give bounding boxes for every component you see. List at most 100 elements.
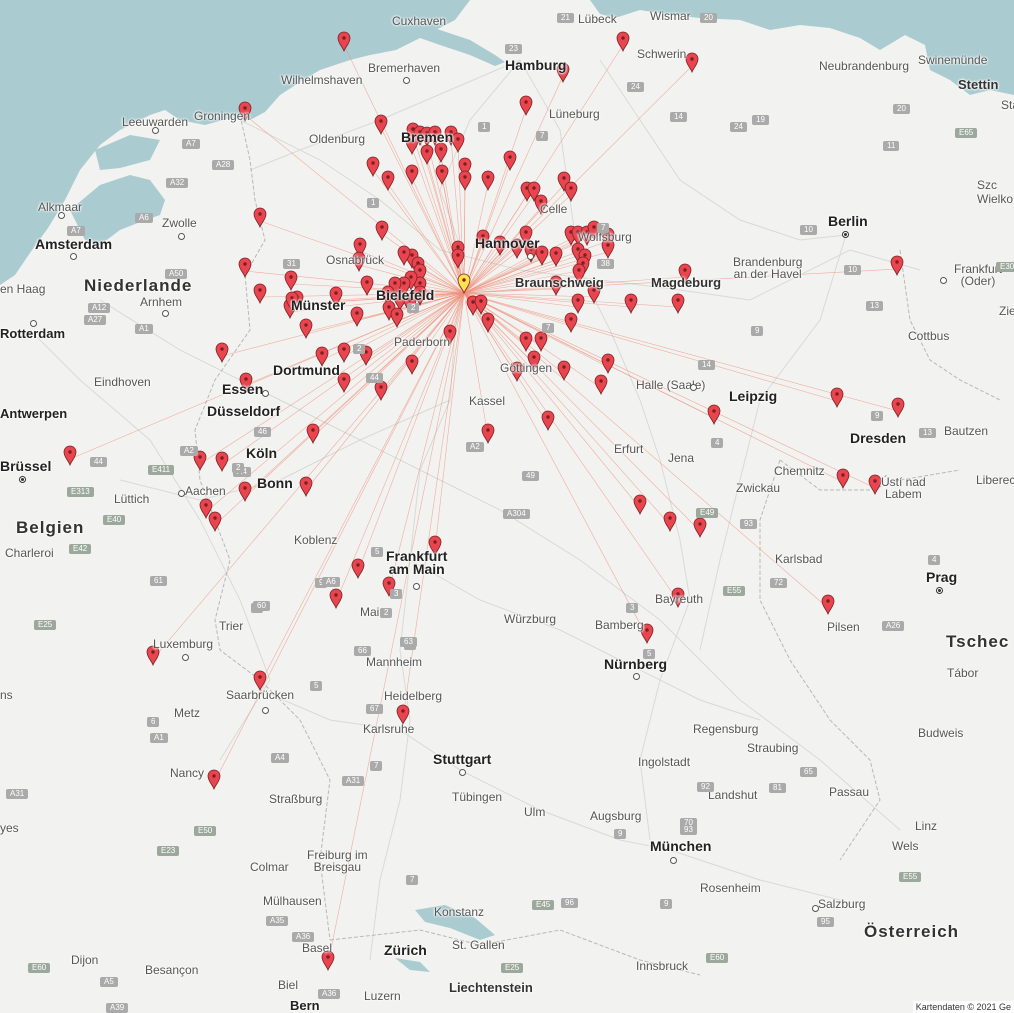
location-marker[interactable] (374, 380, 388, 402)
location-marker[interactable] (238, 481, 252, 503)
location-marker[interactable] (208, 511, 222, 533)
town-label-bremerhaven: Bremerhaven (368, 61, 441, 75)
location-marker[interactable] (350, 306, 364, 328)
road-shield: A2 (180, 446, 198, 456)
location-marker[interactable] (63, 445, 77, 467)
road-shield: A7 (67, 226, 85, 236)
town-label-chemnitz: Chemnitz (774, 464, 825, 478)
location-marker[interactable] (519, 95, 533, 117)
location-marker[interactable] (458, 170, 472, 192)
town-label-swinemuende: Swinemünde (918, 53, 988, 67)
location-marker[interactable] (481, 170, 495, 192)
location-marker[interactable] (299, 476, 313, 498)
location-marker[interactable] (685, 52, 699, 74)
location-marker[interactable] (534, 331, 548, 353)
location-marker[interactable] (601, 353, 615, 375)
location-marker[interactable] (215, 342, 229, 364)
road-shield: A27 (84, 315, 107, 325)
location-marker[interactable] (693, 517, 707, 539)
town-label-colmar: Colmar (250, 860, 289, 874)
location-marker[interactable] (451, 132, 465, 154)
road-shield: 2 (380, 608, 393, 618)
city-label-koeln: Köln (246, 445, 278, 461)
location-marker[interactable] (405, 354, 419, 376)
country-label-tschech: Tschec (946, 632, 1010, 651)
town-dot-nuernberg (633, 673, 640, 680)
location-marker[interactable] (435, 164, 449, 186)
town-dot-aachen (178, 490, 185, 497)
road-shield: 6 (147, 717, 160, 727)
location-marker[interactable] (616, 31, 630, 53)
map-canvas[interactable]: Niederlande Belgien Tschec Österreich Ha… (0, 0, 1014, 1013)
location-marker[interactable] (503, 150, 517, 172)
road-shield: 10 (844, 265, 861, 275)
town-dot-den-haag (30, 320, 37, 327)
road-shield: 11 (883, 141, 900, 151)
location-marker[interactable] (366, 156, 380, 178)
location-marker[interactable] (541, 410, 555, 432)
location-marker[interactable] (890, 255, 904, 277)
road-shield: 72 (770, 578, 787, 588)
location-marker[interactable] (374, 114, 388, 136)
city-label-muenchen: München (650, 838, 712, 854)
location-marker[interactable] (707, 404, 721, 426)
location-marker[interactable] (557, 360, 571, 382)
location-marker[interactable] (215, 451, 229, 473)
road-shield: A31 (6, 789, 29, 799)
location-marker[interactable] (836, 468, 850, 490)
location-marker[interactable] (868, 474, 882, 496)
road-shield: A50 (165, 269, 188, 279)
location-marker[interactable] (594, 374, 608, 396)
town-label-luettich: Lüttich (114, 492, 150, 506)
connection-line (463, 292, 671, 526)
location-marker[interactable] (381, 170, 395, 192)
town-label-ns: ns (0, 688, 13, 702)
location-marker[interactable] (830, 387, 844, 409)
location-marker[interactable] (253, 283, 267, 305)
location-marker[interactable] (253, 207, 267, 229)
location-marker[interactable] (624, 293, 638, 315)
location-marker[interactable] (420, 144, 434, 166)
location-marker[interactable] (434, 142, 448, 164)
town-label-trier: Trier (219, 619, 244, 633)
town-label-szc: Szc Wielko (977, 178, 1014, 206)
location-marker[interactable] (891, 397, 905, 419)
town-dot-zwolle (178, 233, 185, 240)
location-marker[interactable] (360, 275, 374, 297)
road-shield: E65 (955, 128, 978, 138)
location-marker[interactable] (207, 769, 221, 791)
road-shield: A1 (150, 733, 168, 743)
road-shield: 61 (150, 576, 167, 586)
town-dot-amsterdam (70, 253, 77, 260)
location-marker[interactable] (329, 588, 343, 610)
location-marker[interactable] (564, 181, 578, 203)
location-marker[interactable] (549, 246, 563, 268)
location-marker[interactable] (671, 293, 685, 315)
location-marker[interactable] (821, 594, 835, 616)
location-marker[interactable] (397, 245, 411, 267)
location-marker[interactable] (306, 423, 320, 445)
map-attribution[interactable]: Kartendaten © 2021 Ge (912, 1001, 1014, 1013)
road-shield: A12 (88, 303, 111, 313)
location-marker[interactable] (633, 494, 647, 516)
location-marker[interactable] (571, 293, 585, 315)
road-shield: 44 (366, 373, 383, 383)
town-dot-frankfurt (413, 583, 420, 590)
location-marker[interactable] (284, 270, 298, 292)
location-marker[interactable] (390, 307, 404, 329)
location-marker[interactable] (337, 342, 351, 364)
road-shield: A2 (466, 442, 484, 452)
country-label-niederlande: Niederlande (84, 276, 193, 295)
location-marker[interactable] (351, 558, 365, 580)
location-marker[interactable] (564, 312, 578, 334)
road-shield: A304 (503, 509, 530, 519)
location-marker[interactable] (481, 423, 495, 445)
location-marker[interactable] (238, 257, 252, 279)
location-marker[interactable] (663, 511, 677, 533)
town-label-zwolle: Zwolle (162, 216, 197, 230)
location-marker[interactable] (519, 331, 533, 353)
location-marker[interactable] (481, 312, 495, 334)
country-label-oesterreich: Österreich (864, 922, 960, 941)
road-shield: 3 (390, 589, 403, 599)
road-shield: 14 (670, 112, 687, 122)
